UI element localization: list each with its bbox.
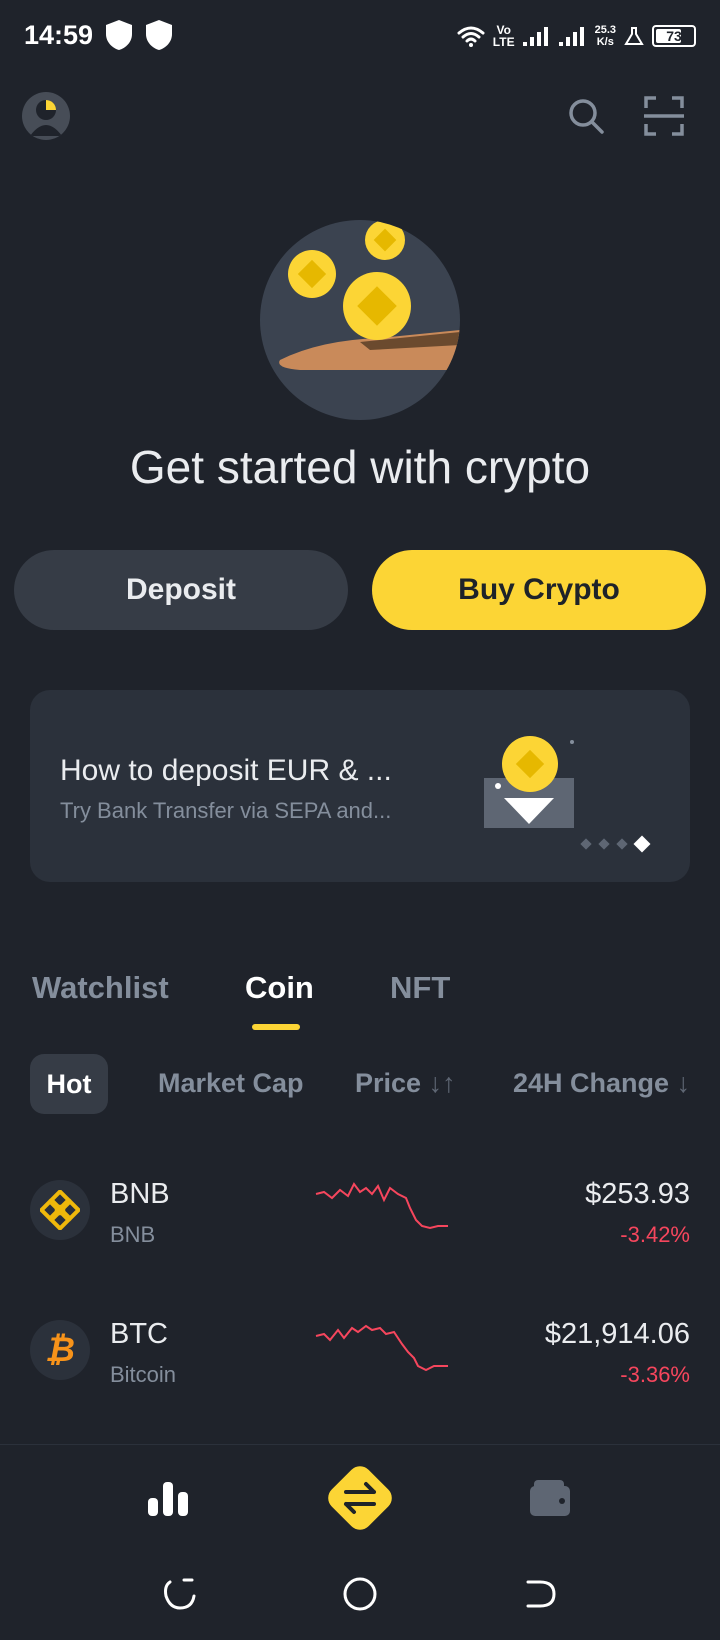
network-speed: 25.3 K/s <box>595 24 616 48</box>
status-indicators: Vo LTE 25.3 K/s 73 <box>457 18 696 54</box>
wifi-icon <box>457 26 485 47</box>
filter-change-label: 24H Change <box>513 1068 670 1098</box>
filter-market-cap[interactable]: Market Cap <box>158 1068 304 1099</box>
hero-illustration <box>260 220 460 420</box>
coins-in-hand-icon <box>279 220 460 370</box>
coin-change: -3.36% <box>620 1362 690 1387</box>
coin-price: $253.93 <box>585 1178 690 1210</box>
hero-title: Get started with crypto <box>129 441 591 493</box>
btc-icon: ₿ <box>30 1320 90 1380</box>
signal-icon <box>522 27 548 46</box>
coin-name: BNB <box>110 1222 156 1247</box>
scan-icon[interactable] <box>642 94 686 138</box>
search-icon[interactable] <box>564 94 608 138</box>
signal-icon <box>558 27 584 46</box>
markets-icon[interactable] <box>146 1478 190 1518</box>
coin-change: -3.42% <box>620 1222 690 1247</box>
home-icon[interactable] <box>342 1576 378 1612</box>
volte-indicator: Vo LTE <box>493 24 515 48</box>
filter-price-label: Price <box>355 1068 422 1098</box>
wallet-icon[interactable] <box>528 1478 572 1518</box>
filter-hot[interactable]: Hot <box>30 1054 108 1114</box>
coin-symbol: BNB <box>110 1178 170 1210</box>
banner-title: How to deposit EUR & ... <box>60 754 392 787</box>
coin-name: Bitcoin <box>110 1362 177 1387</box>
back-icon[interactable] <box>522 1576 558 1612</box>
pagination-dot-active[interactable] <box>633 835 651 853</box>
coin-price: $21,914.06 <box>544 1318 690 1350</box>
flask-icon <box>624 27 644 45</box>
pagination-dot[interactable] <box>616 838 628 850</box>
sparkline-chart <box>315 1182 448 1230</box>
buy-crypto-button[interactable]: Buy Crypto <box>372 550 706 630</box>
avatar[interactable] <box>22 92 70 140</box>
coin-deposit-icon <box>484 736 574 828</box>
banner-pagination <box>580 835 651 853</box>
active-tab-indicator <box>252 1024 300 1030</box>
bnb-icon <box>30 1180 90 1240</box>
trade-swap-icon[interactable] <box>316 1454 404 1542</box>
filter-price[interactable]: Price ↓↑ <box>355 1068 456 1099</box>
banner-subtitle: Try Bank Transfer via SEPA and... <box>60 798 392 823</box>
tab-nft[interactable]: NFT <box>390 970 450 1006</box>
battery-text: 73 <box>666 28 682 44</box>
battery-indicator: 73 <box>652 25 696 47</box>
tab-coin[interactable]: Coin <box>245 970 314 1006</box>
filter-24h-change[interactable]: 24H Change ↓ <box>513 1068 690 1099</box>
recents-icon[interactable] <box>162 1576 198 1612</box>
pagination-dot[interactable] <box>598 838 610 850</box>
avatar-icon <box>30 100 62 136</box>
speed-unit: K/s <box>596 36 614 48</box>
coin-symbol: BTC <box>110 1318 168 1350</box>
speed-value: 25.3 <box>594 24 616 36</box>
pagination-dot[interactable] <box>580 838 592 850</box>
status-time: 14:59 <box>24 20 94 50</box>
sort-down-icon: ↓ <box>676 1068 691 1098</box>
volte-bottom: LTE <box>492 35 515 49</box>
tab-watchlist[interactable]: Watchlist <box>32 970 169 1006</box>
shield-icon <box>106 20 132 50</box>
deposit-button[interactable]: Deposit <box>14 550 348 630</box>
sparkline-chart <box>315 1324 448 1372</box>
sort-arrows-icon: ↓↑ <box>428 1068 456 1098</box>
shield-icon <box>146 20 172 50</box>
